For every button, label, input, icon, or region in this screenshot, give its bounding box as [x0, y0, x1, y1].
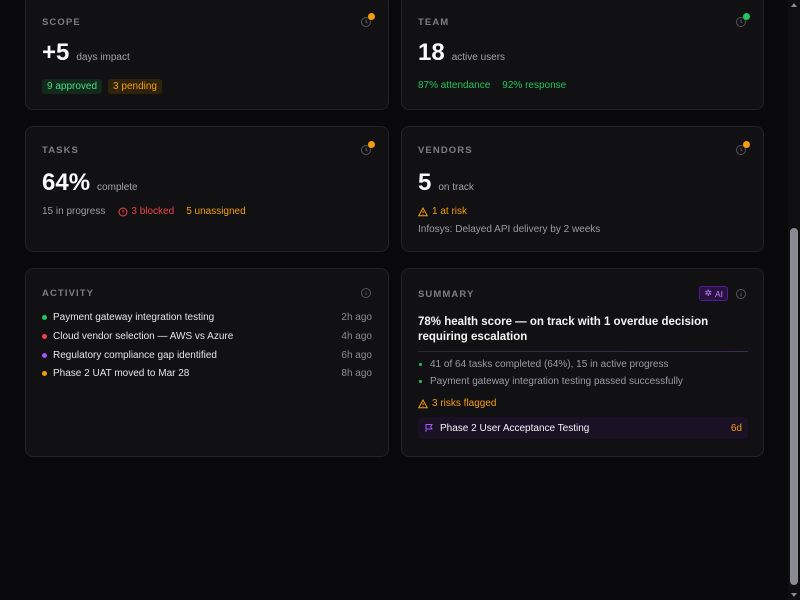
milestone-label: Phase 2 User Acceptance Testing	[440, 422, 590, 434]
warning-icon	[418, 398, 428, 409]
flag-icon	[424, 423, 434, 433]
clock-icon[interactable]	[360, 141, 375, 156]
team-card: TEAM 18 active users 87% attendance 92% …	[401, 0, 764, 110]
bullet-text: 41 of 64 tasks completed (64%), 15 in ac…	[430, 359, 669, 370]
info-icon[interactable]	[735, 288, 747, 300]
attendance-stat: 87% attendance	[418, 80, 491, 91]
pending-badge: 3 pending	[108, 79, 162, 94]
team-suffix: active users	[451, 52, 506, 63]
vendors-suffix: on track	[438, 182, 474, 193]
activity-dot	[42, 333, 47, 339]
summary-headline: 78% health score — on track with 1 overd…	[418, 316, 709, 343]
status-dot	[368, 141, 375, 148]
scroll-up-arrow[interactable]	[791, 3, 797, 7]
scrollbar-thumb[interactable]	[790, 228, 798, 585]
activity-text: Cloud vendor selection — AWS vs Azure	[53, 330, 234, 342]
ai-badge-label: AI	[714, 288, 723, 299]
blocked-stat: 3 blocked	[131, 206, 175, 217]
card-title: SCOPE	[42, 17, 81, 28]
sparkle-icon: ✲	[704, 288, 712, 298]
activity-card: ACTIVITY Payment gateway integration tes…	[25, 268, 389, 457]
status-dot	[743, 13, 750, 20]
milestone-row[interactable]: Phase 2 User Acceptance Testing 6d	[418, 417, 748, 439]
scroll-down-arrow[interactable]	[791, 593, 797, 597]
warning-icon	[418, 206, 428, 217]
summary-bullet: Payment gateway integration testing pass…	[418, 376, 683, 387]
activity-time: 8h ago	[341, 367, 372, 379]
scope-card: SCOPE +5 days impact 9 approved 3 pendin…	[25, 0, 389, 110]
tasks-suffix: complete	[97, 182, 138, 193]
status-dot	[368, 13, 375, 20]
blocked-icon	[118, 207, 128, 217]
scope-suffix: days impact	[76, 52, 130, 63]
activity-time: 4h ago	[341, 330, 372, 342]
activity-dot	[42, 314, 47, 320]
bullet-dot	[419, 380, 422, 383]
vendors-card: VENDORS 5 on track 1 at risk Infosys: De…	[401, 126, 764, 252]
bullet-text: Payment gateway integration testing pass…	[430, 376, 683, 387]
milestone-due: 6d	[730, 422, 742, 434]
summary-card: SUMMARY ✲ AI 78% health score — on track…	[401, 268, 764, 457]
risks-flagged: 3 risks flagged	[432, 398, 497, 409]
tasks-card: TASKS 64% complete 15 in progress 3 bloc…	[25, 126, 389, 252]
clock-icon[interactable]	[735, 13, 750, 28]
activity-item[interactable]: Phase 2 UAT moved to Mar 28 8h ago	[42, 365, 372, 381]
team-value: 18	[418, 39, 445, 66]
approved-badge: 9 approved	[42, 79, 103, 94]
in-progress-stat: 15 in progress	[42, 206, 106, 217]
clock-icon[interactable]	[735, 141, 750, 156]
status-dot	[743, 141, 750, 148]
activity-text: Payment gateway integration testing	[53, 311, 215, 323]
activity-time: 6h ago	[341, 349, 372, 361]
card-title: VENDORS	[418, 145, 473, 156]
unassigned-stat: 5 unassigned	[186, 206, 246, 217]
tasks-value: 64%	[42, 169, 91, 196]
activity-text: Regulatory compliance gap identified	[53, 349, 217, 361]
info-icon[interactable]	[360, 287, 372, 299]
card-title: SUMMARY	[418, 289, 475, 300]
bullet-dot	[419, 363, 422, 366]
activity-item[interactable]: Payment gateway integration testing 2h a…	[42, 309, 372, 325]
vendor-risk-note: Infosys: Delayed API delivery by 2 weeks	[418, 224, 601, 235]
clock-icon[interactable]	[360, 13, 375, 28]
response-stat: 92% response	[502, 80, 567, 91]
activity-text: Phase 2 UAT moved to Mar 28	[53, 367, 190, 379]
activity-dot	[42, 352, 47, 358]
ai-badge[interactable]: ✲ AI	[699, 286, 728, 301]
vendors-value: 5	[418, 169, 432, 196]
summary-bullet: 41 of 64 tasks completed (64%), 15 in ac…	[418, 359, 668, 370]
scope-value: +5	[42, 39, 70, 66]
scrollbar[interactable]	[788, 0, 800, 600]
card-title: ACTIVITY	[42, 288, 95, 299]
divider	[418, 351, 748, 352]
card-title: TEAM	[418, 17, 450, 28]
activity-dot	[42, 370, 47, 376]
at-risk-stat: 1 at risk	[432, 206, 468, 217]
activity-item[interactable]: Regulatory compliance gap identified 6h …	[42, 347, 372, 363]
activity-item[interactable]: Cloud vendor selection — AWS vs Azure 4h…	[42, 328, 372, 344]
card-title: TASKS	[42, 145, 79, 156]
activity-time: 2h ago	[341, 311, 372, 323]
